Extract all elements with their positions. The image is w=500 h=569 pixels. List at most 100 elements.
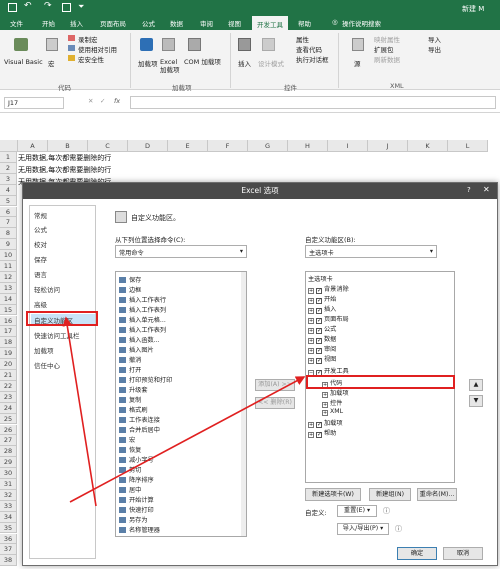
row-header[interactable]: 25	[0, 413, 17, 425]
row-header[interactable]: 4	[0, 184, 17, 196]
row-header[interactable]: 34	[0, 511, 17, 523]
rename-button[interactable]: 重命名(M)...	[417, 488, 457, 501]
row-header[interactable]: 7	[0, 217, 17, 229]
help-button[interactable]: ?	[467, 186, 471, 194]
cell-a2[interactable]: 无用数据,每次都需要删除的行	[18, 165, 111, 175]
row-header[interactable]: 36	[0, 533, 17, 545]
row-header[interactable]: 24	[0, 402, 17, 414]
new-tab-button[interactable]: 新建选项卡(W)	[305, 488, 361, 501]
tab-file[interactable]: 文件	[10, 18, 23, 28]
row-header[interactable]: 9	[0, 239, 17, 251]
tree-item[interactable]: + 控件	[322, 398, 342, 408]
row-header[interactable]: 28	[0, 446, 17, 458]
row-header[interactable]: 35	[0, 522, 17, 534]
tree-item[interactable]: + ✓ 数据	[308, 334, 336, 344]
command-item[interactable]: 升级套	[119, 385, 148, 394]
map-properties-button[interactable]: 映射属性	[374, 34, 400, 44]
expansion-packs-button[interactable]: 扩展包	[374, 44, 394, 54]
row-header[interactable]: 13	[0, 282, 17, 294]
record-macro-button[interactable]: 录制宏	[78, 34, 98, 44]
tab-help[interactable]: 帮助	[298, 18, 311, 28]
view-code-button[interactable]: 查看代码	[296, 44, 322, 54]
nav-save[interactable]: 保存	[34, 254, 47, 264]
command-item[interactable]: 居中	[119, 485, 141, 494]
tree-item[interactable]: + ✓ 公式	[308, 324, 336, 334]
row-header[interactable]: 8	[0, 228, 17, 240]
command-item[interactable]: 撤消	[119, 355, 141, 364]
command-item[interactable]: 减小字号	[119, 455, 154, 464]
relative-ref-button[interactable]: 使用相对引用	[78, 44, 117, 54]
row-header[interactable]: 23	[0, 391, 17, 403]
import-button[interactable]: 导入	[428, 34, 441, 44]
row-header[interactable]: 17	[0, 326, 17, 338]
add-button[interactable]: 添加(A) >>	[255, 379, 295, 391]
command-item[interactable]: 工作表连接	[119, 415, 160, 424]
nav-formulas[interactable]: 公式	[34, 224, 47, 234]
tree-item[interactable]: + ✓ 视图	[308, 354, 336, 364]
cancel-icon[interactable]: ✕	[88, 97, 93, 105]
com-addins-button[interactable]: COM 加载项	[184, 58, 228, 66]
command-item[interactable]: 插入函数...	[119, 335, 160, 344]
addins-button[interactable]: 加载项	[138, 58, 158, 68]
column-header[interactable]: E	[168, 140, 208, 152]
column-header[interactable]: D	[128, 140, 168, 152]
row-header[interactable]: 19	[0, 348, 17, 360]
formula-input[interactable]	[130, 96, 496, 109]
source-button[interactable]: 源	[354, 58, 361, 68]
command-item[interactable]: 边框	[119, 285, 141, 294]
command-item[interactable]: 名称管理器	[119, 525, 160, 534]
customize-qat-icon[interactable]: ⏷	[78, 2, 84, 12]
column-header[interactable]: K	[408, 140, 448, 152]
row-header[interactable]: 14	[0, 293, 17, 305]
tree-item[interactable]: + ✓ 加载项	[308, 418, 343, 428]
row-header[interactable]: 16	[0, 315, 17, 327]
quick-access-icon[interactable]	[62, 3, 71, 12]
tree-item[interactable]: + XML	[322, 408, 343, 416]
command-item[interactable]: 降序排序	[119, 475, 154, 484]
column-header[interactable]: G	[248, 140, 288, 152]
select-all-corner[interactable]	[0, 140, 18, 152]
command-item[interactable]: 打印预览和打印	[119, 375, 172, 384]
tree-item[interactable]: + ✓ 审阅	[308, 344, 336, 354]
nav-addins[interactable]: 加载项	[34, 345, 54, 355]
row-header[interactable]: 26	[0, 424, 17, 436]
nav-general[interactable]: 常规	[34, 210, 47, 220]
name-box[interactable]: J17	[4, 97, 64, 109]
nav-quick-access[interactable]: 快速访问工具栏	[34, 330, 80, 340]
commands-scrollbar[interactable]	[241, 272, 246, 536]
insert-control-button[interactable]: 插入	[238, 58, 251, 68]
tab-review[interactable]: 审阅	[200, 18, 213, 28]
column-header[interactable]: A	[18, 140, 48, 152]
column-header[interactable]: J	[368, 140, 408, 152]
nav-trust-center[interactable]: 信任中心	[34, 360, 60, 370]
checkbox-checked-icon[interactable]: ✓	[316, 432, 322, 438]
tree-item[interactable]: + ✓ 页面布局	[308, 314, 349, 324]
column-header[interactable]: B	[48, 140, 88, 152]
row-header[interactable]: 30	[0, 468, 17, 479]
redo-icon[interactable]: ↷	[44, 1, 52, 11]
expand-icon[interactable]: +	[322, 410, 328, 416]
tab-developer[interactable]: 开发工具	[252, 16, 288, 30]
command-item[interactable]: 插入工作表列	[119, 325, 166, 334]
ok-button[interactable]: 确定	[397, 547, 437, 560]
command-item[interactable]: 复制	[119, 395, 141, 404]
row-header[interactable]: 27	[0, 435, 17, 447]
macros-button[interactable]: 宏	[48, 58, 55, 68]
row-header[interactable]: 20	[0, 359, 17, 370]
command-item[interactable]: 保存	[119, 275, 141, 284]
tree-item[interactable]: + ✓ 帮助	[308, 428, 336, 438]
tree-item[interactable]: + 加载项	[322, 388, 349, 398]
command-item[interactable]: 插入图片	[119, 345, 154, 354]
row-header[interactable]: 10	[0, 250, 17, 261]
row-header[interactable]: 1	[0, 152, 17, 163]
row-header[interactable]: 31	[0, 479, 17, 490]
command-item[interactable]: 插入工作表列	[119, 305, 166, 314]
tree-item[interactable]: + ✓ 背景消除	[308, 284, 349, 294]
tab-page-layout[interactable]: 页面布局	[100, 18, 126, 28]
row-header[interactable]: 33	[0, 500, 17, 512]
new-group-button[interactable]: 新建组(N)	[369, 488, 411, 501]
row-header[interactable]: 3	[0, 173, 17, 185]
close-icon[interactable]: ✕	[483, 185, 490, 194]
visual-basic-button[interactable]: Visual Basic	[4, 58, 43, 66]
checkbox-checked-icon[interactable]: ✓	[316, 358, 322, 364]
